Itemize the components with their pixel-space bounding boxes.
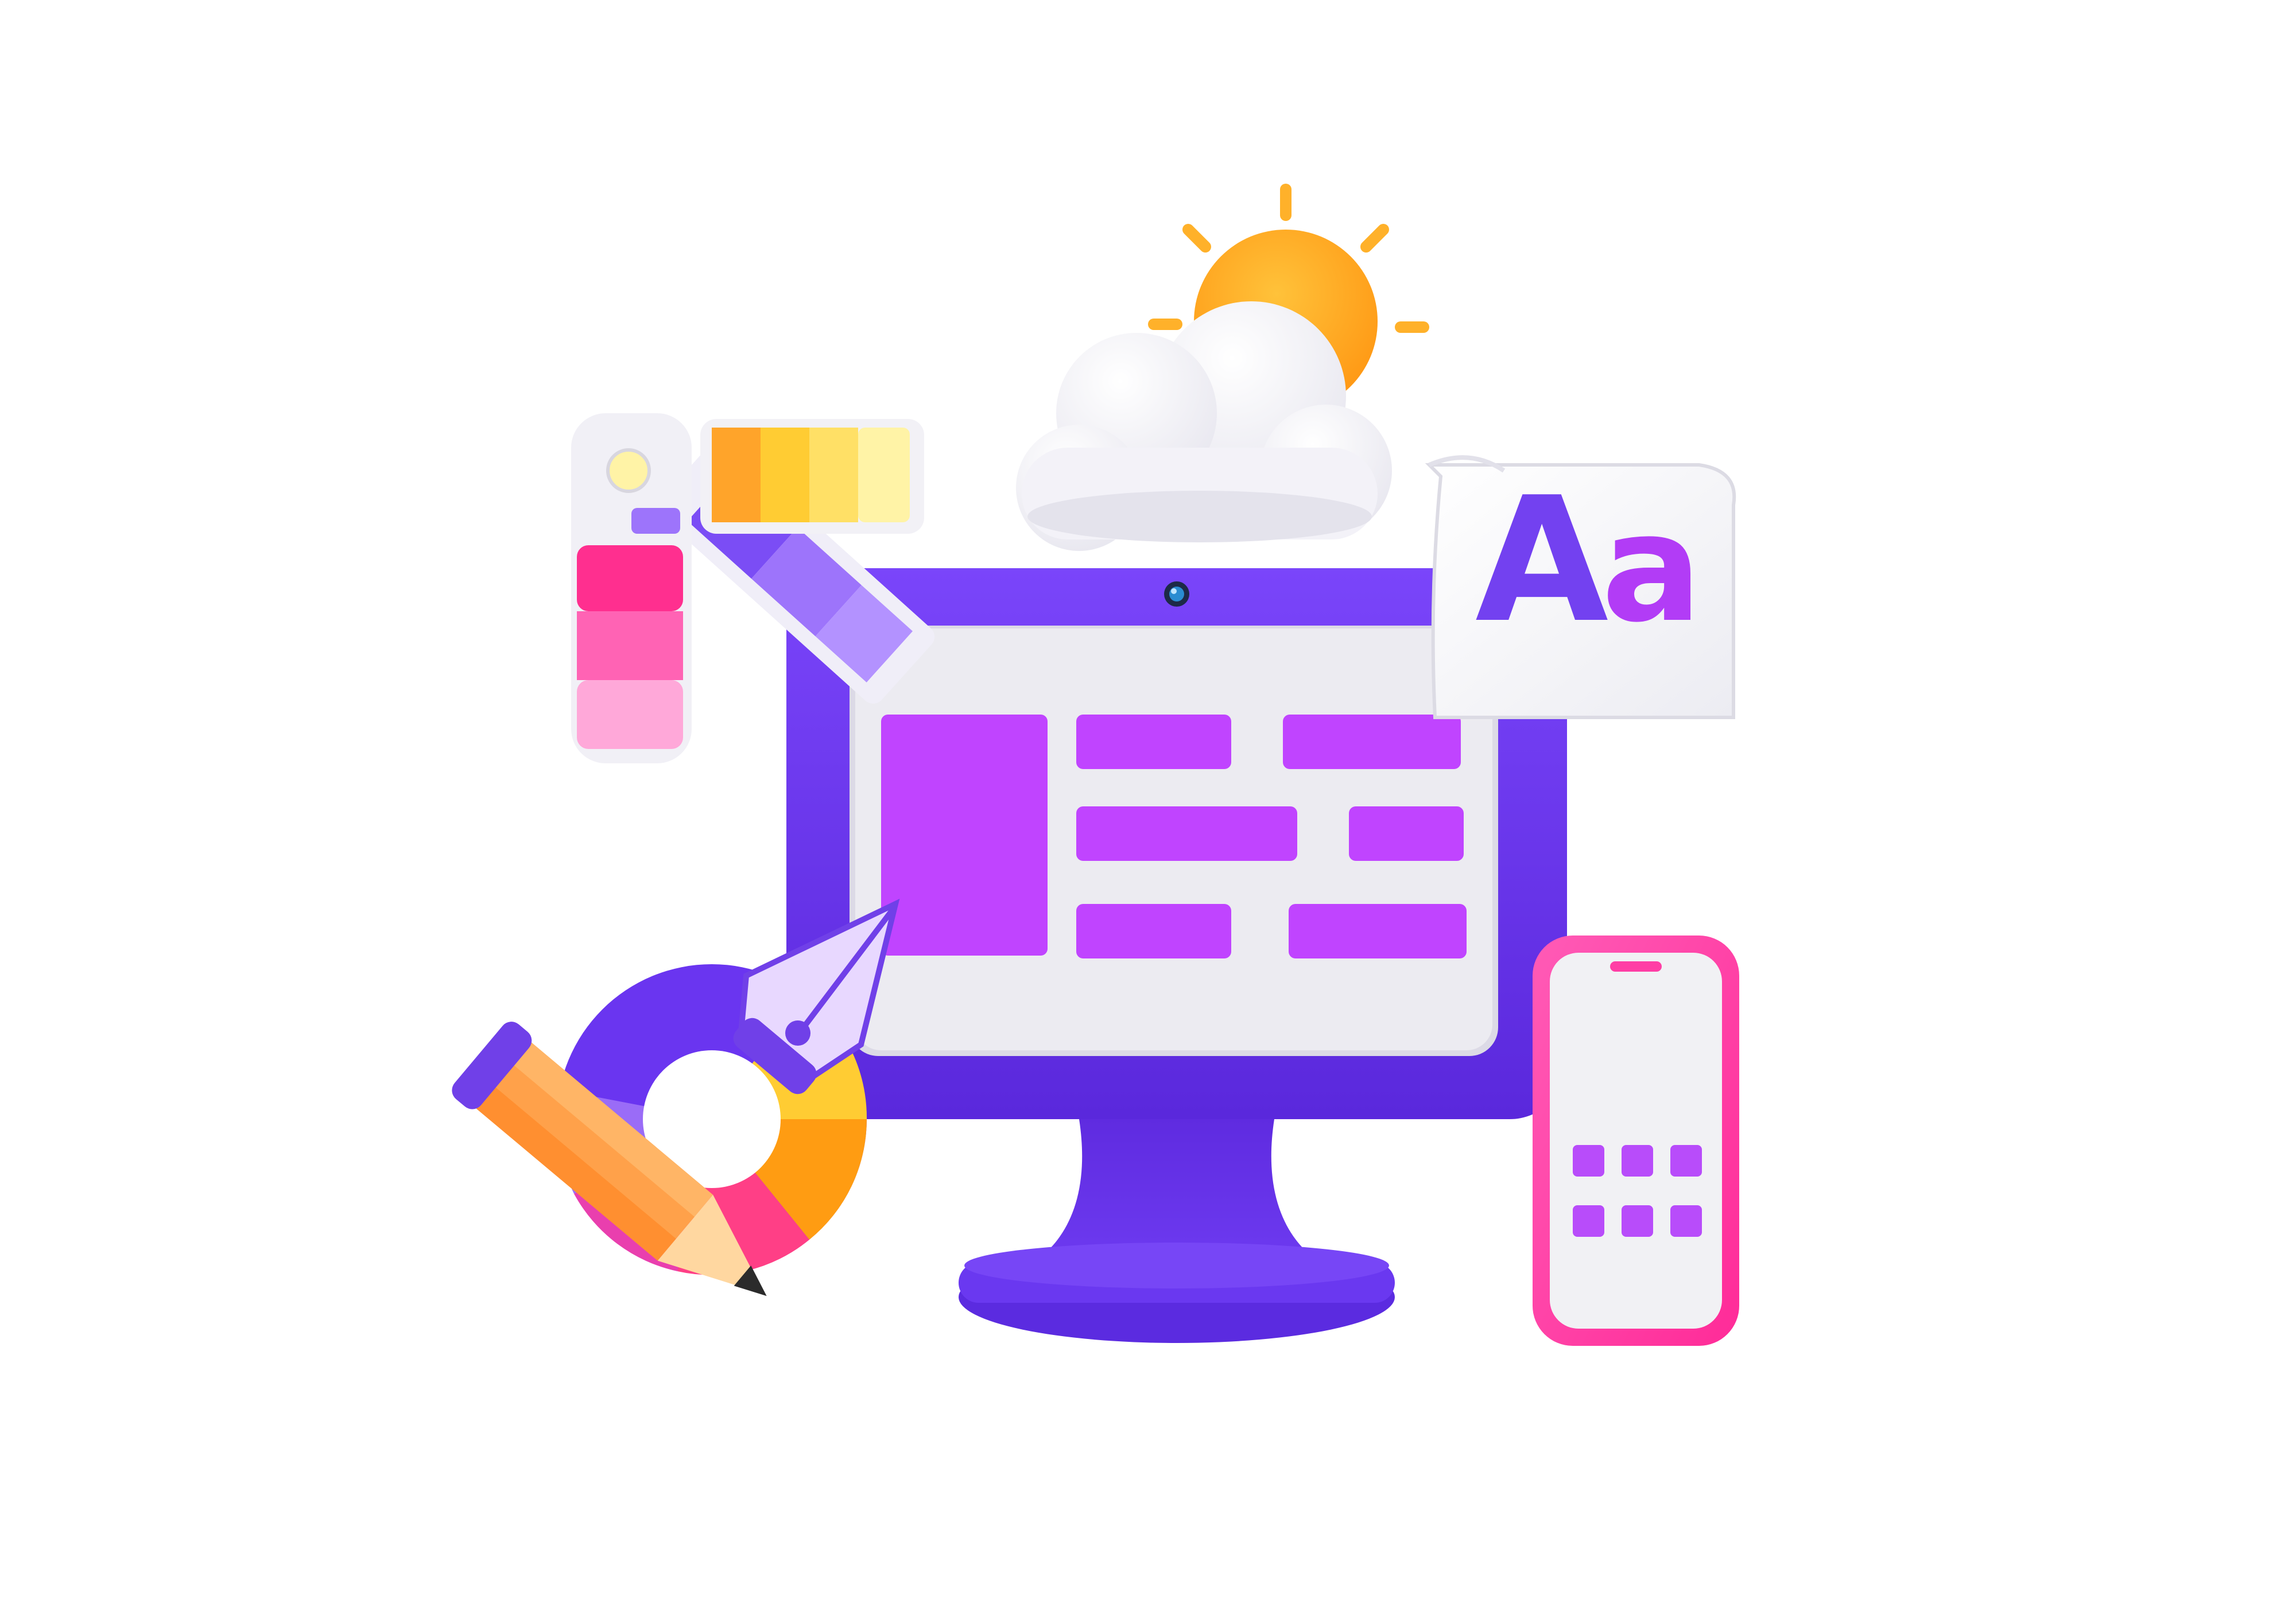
web-design-illustration: A a xyxy=(452,184,1739,1346)
screen-layout-blocks xyxy=(881,715,1467,958)
typography-lower-a: a xyxy=(1601,482,1702,655)
typography-icon: A a xyxy=(1425,455,1736,719)
screen-block-4 xyxy=(1349,806,1464,861)
webcam-icon xyxy=(1164,581,1189,607)
screen-block-2 xyxy=(1283,715,1461,769)
smartphone-icon xyxy=(1533,936,1739,1346)
screen-hero-block xyxy=(881,715,1048,956)
typography-upper-a: A xyxy=(1475,460,1609,661)
screen-block-6 xyxy=(1289,904,1467,958)
monitor-stand xyxy=(959,1119,1395,1343)
screen-block-3 xyxy=(1076,806,1297,861)
illustration-stage: A a xyxy=(0,0,2296,1607)
screen-block-5 xyxy=(1076,904,1231,958)
screen-block-1 xyxy=(1076,715,1231,769)
